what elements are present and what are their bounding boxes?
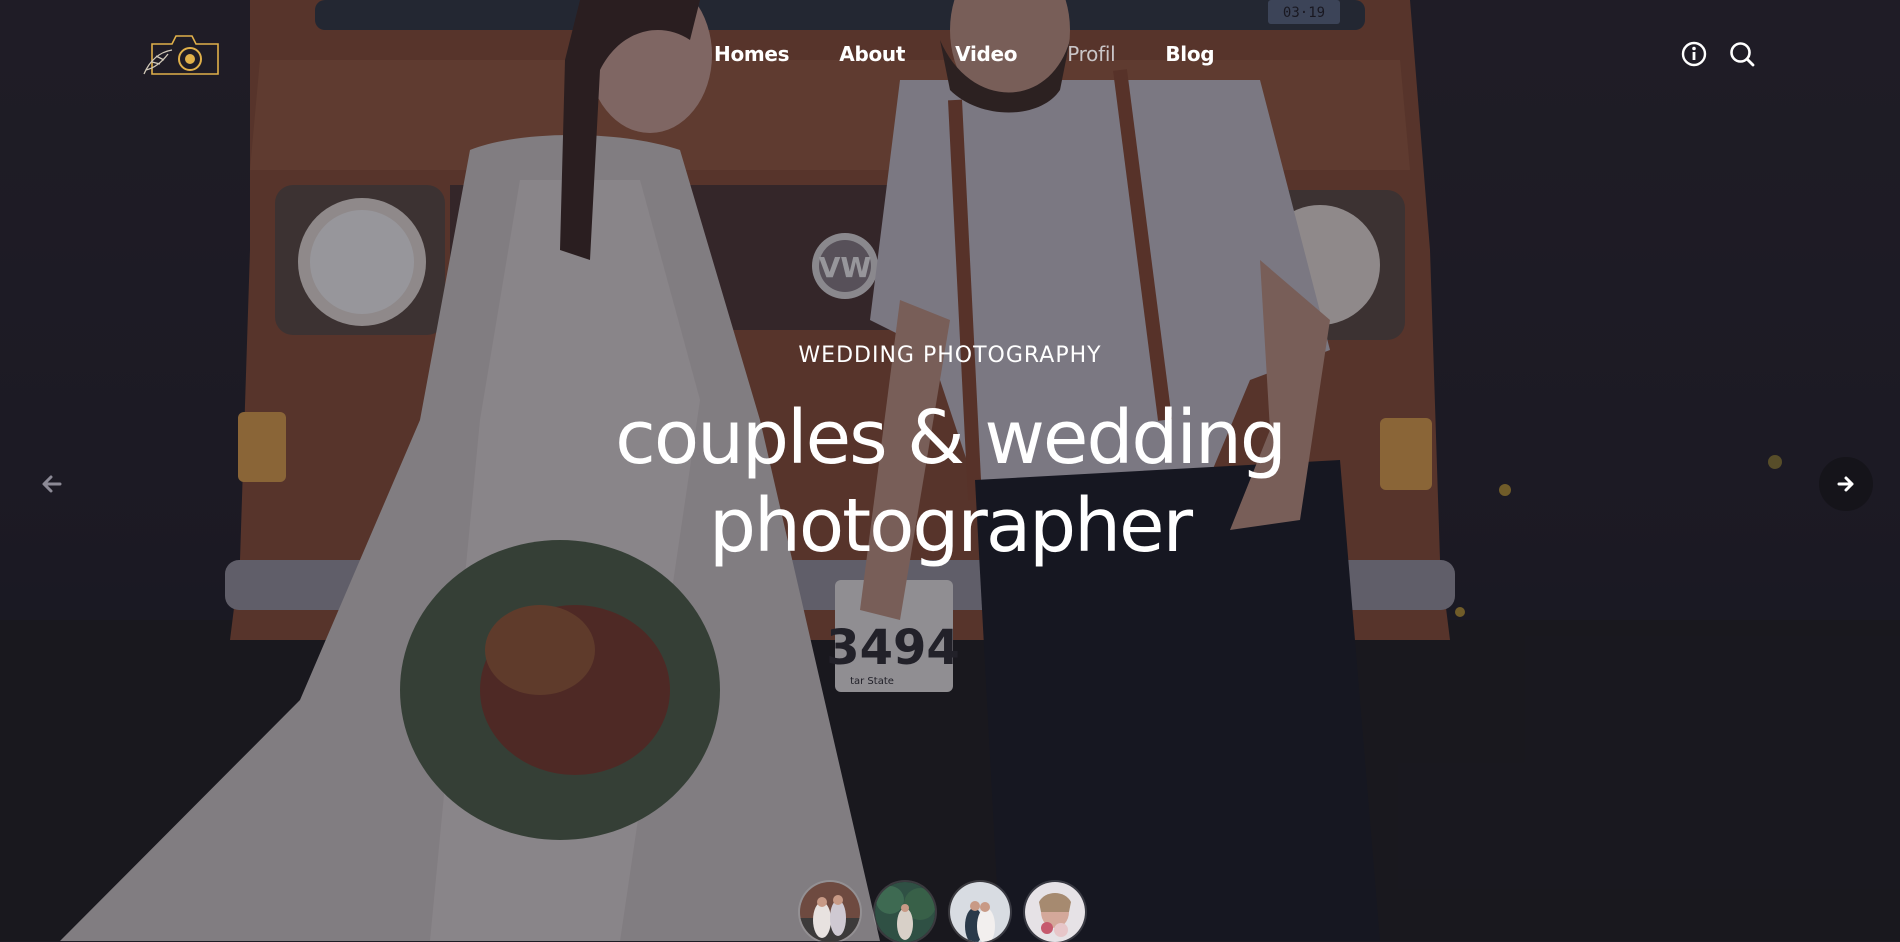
thumbnail-2[interactable] [875,882,935,942]
nav-homes[interactable]: Homes [714,40,790,68]
hero-headline-line2: photographer [708,483,1193,569]
search-icon[interactable] [1728,40,1756,68]
next-slide-button[interactable] [1819,457,1873,511]
camera-logo[interactable] [142,30,224,78]
main-nav: Homes About Video Profil Blog [714,40,1264,68]
arrow-right-icon [1837,476,1854,492]
nav-profil[interactable]: Profil [1067,40,1115,68]
slide-thumbnails [800,882,1085,942]
nav-about[interactable]: About [839,40,905,68]
thumbnail-1[interactable] [800,882,860,942]
thumbnail-3[interactable] [950,882,1010,942]
nav-blog[interactable]: Blog [1165,40,1214,68]
hero-headline: couples & wedding photographer [550,394,1350,570]
hero-eyebrow: WEDDING PHOTOGRAPHY [798,343,1102,368]
thumbnail-4[interactable] [1025,882,1085,942]
nav-video[interactable]: Video [955,40,1017,68]
hero-headline-line1: couples & wedding [615,395,1287,481]
arrow-left-icon[interactable] [38,470,66,498]
info-icon[interactable] [1680,40,1708,68]
